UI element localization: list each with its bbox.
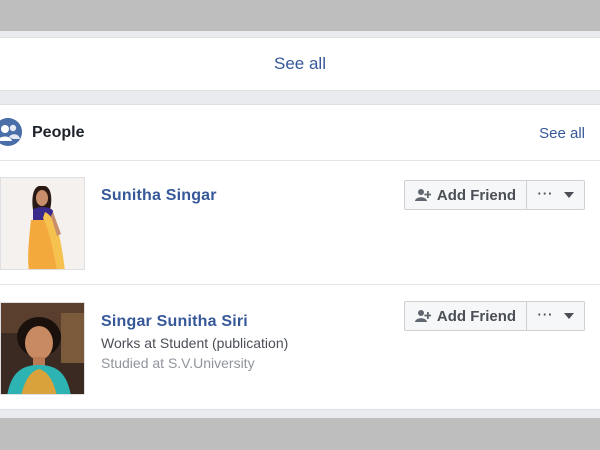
people-header: People See all bbox=[0, 105, 600, 161]
bottom-gray-band bbox=[0, 418, 600, 450]
more-options-button[interactable]: ··· bbox=[527, 301, 585, 331]
friend-action-group: Add Friend ··· bbox=[404, 180, 585, 210]
people-card: People See all Sunitha Singar Add Friend… bbox=[0, 104, 600, 410]
friend-action-group: Add Friend ··· bbox=[404, 301, 585, 331]
add-friend-button[interactable]: Add Friend bbox=[404, 180, 527, 210]
person-work-info: Works at Student (publication) bbox=[101, 335, 289, 351]
chevron-down-icon bbox=[563, 313, 574, 319]
people-section-title: People bbox=[32, 124, 85, 141]
add-friend-label: Add Friend bbox=[436, 186, 517, 204]
add-friend-icon bbox=[414, 189, 431, 201]
chevron-down-icon bbox=[563, 192, 574, 198]
add-friend-icon bbox=[414, 310, 431, 322]
person-name[interactable]: Singar Sunitha Siri bbox=[101, 313, 248, 331]
avatar[interactable] bbox=[0, 177, 85, 270]
top-gray-band bbox=[0, 0, 600, 31]
more-options-button[interactable]: ··· bbox=[527, 180, 585, 210]
people-icon bbox=[0, 118, 22, 146]
person-result-row: Sunitha Singar Add Friend ··· bbox=[0, 161, 600, 285]
person-name[interactable]: Sunitha Singar bbox=[101, 187, 217, 205]
person-education-info: Studied at S.V.University bbox=[101, 355, 255, 371]
add-friend-label: Add Friend bbox=[436, 307, 517, 325]
more-dots-icon: ··· bbox=[537, 306, 554, 322]
people-see-all-link[interactable]: See all bbox=[539, 125, 585, 142]
see-all-link[interactable]: See all bbox=[274, 54, 326, 74]
more-dots-icon: ··· bbox=[537, 185, 554, 201]
add-friend-button[interactable]: Add Friend bbox=[404, 301, 527, 331]
see-all-card: See all bbox=[0, 37, 600, 91]
avatar[interactable] bbox=[0, 302, 85, 395]
